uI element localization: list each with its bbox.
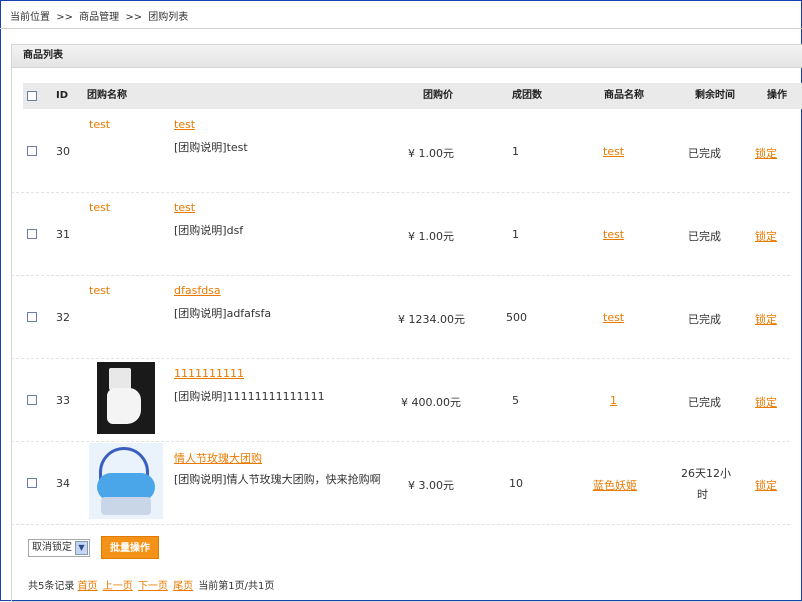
pagination: 共5条记录 首页 上一页 下一页 尾页 当前第1页/共1页 [28,577,274,592]
groupbuy-title-link[interactable]: 1111111111 [174,367,244,380]
price: ¥ 1.00元 [408,230,454,243]
toilet-tank-shape [109,368,131,390]
thumbnail-text[interactable]: test [89,118,110,131]
product-thumbnail-image[interactable] [89,443,163,519]
remaining-time: 26天12小 [681,467,731,480]
table-row: 31 test test [团购说明]dsf ¥ 1.00元 1 test 已完… [11,192,790,276]
remaining-time: 已完成 [688,230,721,243]
price: ¥ 1.00元 [408,147,454,160]
pagination-last-link[interactable]: 尾页 [173,581,193,592]
panel-title: 商品列表 [12,45,802,68]
price: ¥ 3.00元 [408,479,454,492]
price: ¥ 1234.00元 [398,313,465,326]
table-header: ID 团购名称 团购价 成团数 商品名称 剩余时间 操作 [23,83,802,109]
bulk-action-select[interactable]: 取消锁定 ▼ [28,539,90,557]
row-checkbox[interactable] [27,146,37,156]
col-name: 团购名称 [87,90,127,101]
table-row: 33 1111111111 [团购说明]11111111111111 ¥ 400… [11,358,790,442]
remaining-time: 时 [697,488,708,501]
toilet-bowl-shape [107,388,141,424]
col-price: 团购价 [423,90,453,101]
row-checkbox[interactable] [27,312,37,322]
price: ¥ 400.00元 [401,396,461,409]
product-thumbnail-image[interactable] [97,362,155,434]
lock-link[interactable]: 锁定 [755,145,777,161]
breadcrumb-level1[interactable]: 商品管理 [79,12,119,23]
group-count: 5 [512,394,519,407]
lock-link[interactable]: 锁定 [755,311,777,327]
product-link[interactable]: test [603,311,624,324]
lock-link[interactable]: 锁定 [755,394,777,410]
pagination-current: 当前第1页/共1页 [198,581,275,592]
product-link[interactable]: test [603,145,624,158]
groupbuy-description: [团购说明]情人节玫瑰大团购，快来抢购啊 [174,473,381,486]
row-checkbox[interactable] [27,478,37,488]
remaining-time: 已完成 [688,147,721,160]
divider [0,28,802,29]
groupbuy-description: [团购说明]dsf [174,224,244,237]
col-remaining: 剩余时间 [695,90,735,101]
thumbnail-text[interactable]: test [89,284,110,297]
basket-base-shape [101,497,151,515]
group-count: 1 [512,228,519,241]
row-id: 34 [56,477,70,490]
chevron-down-icon[interactable]: ▼ [75,541,88,555]
col-id: ID [56,90,69,101]
col-count: 成团数 [512,90,542,101]
row-id: 30 [56,145,70,158]
pagination-next-link[interactable]: 下一页 [138,581,168,592]
pagination-prev-link[interactable]: 上一页 [103,581,133,592]
table-row: 34 情人节玫瑰大团购 [团购说明]情人节玫瑰大团购，快来抢购啊 ¥ 3.00元… [11,441,790,525]
row-checkbox[interactable] [27,395,37,405]
breadcrumb-prefix: 当前位置 [10,12,50,23]
lock-link[interactable]: 锁定 [755,477,777,493]
bulk-action-button[interactable]: 批量操作 [101,536,159,559]
col-product: 商品名称 [604,90,644,101]
select-all-checkbox[interactable] [27,91,37,101]
breadcrumb-level2[interactable]: 团购列表 [148,12,188,23]
breadcrumb-separator: >> [56,12,73,23]
product-link[interactable]: 1 [610,394,617,407]
pagination-total: 共5条记录 [28,581,75,592]
group-count: 500 [506,311,527,324]
row-checkbox[interactable] [27,229,37,239]
group-count: 1 [512,145,519,158]
lock-link[interactable]: 锁定 [755,228,777,244]
breadcrumb-separator: >> [125,12,143,23]
groupbuy-description: [团购说明]11111111111111 [174,390,325,403]
table-row: 30 test test [团购说明]test ¥ 1.00元 1 test 已… [11,109,790,193]
remaining-time: 已完成 [688,313,721,326]
groupbuy-description: [团购说明]adfafsfa [174,307,272,320]
groupbuy-title-link[interactable]: test [174,201,195,214]
bulk-action-select-value: 取消锁定 [32,542,72,553]
table-row: 32 test dfasfdsa [团购说明]adfafsfa ¥ 1234.0… [11,275,790,359]
breadcrumb: 当前位置 >> 商品管理 >> 团购列表 [10,8,191,23]
groupbuy-title-link[interactable]: 情人节玫瑰大团购 [174,450,262,466]
groupbuy-title-link[interactable]: dfasfdsa [174,284,221,297]
row-id: 33 [56,394,70,407]
row-id: 32 [56,311,70,324]
pagination-first-link[interactable]: 首页 [78,581,98,592]
product-link[interactable]: test [603,228,624,241]
product-link[interactable]: 蓝色妖姬 [593,477,637,493]
thumbnail-text[interactable]: test [89,201,110,214]
row-id: 31 [56,228,70,241]
remaining-time: 已完成 [688,396,721,409]
group-count: 10 [509,477,523,490]
groupbuy-title-link[interactable]: test [174,118,195,131]
groupbuy-description: [团购说明]test [174,141,248,154]
col-action: 操作 [767,90,787,101]
